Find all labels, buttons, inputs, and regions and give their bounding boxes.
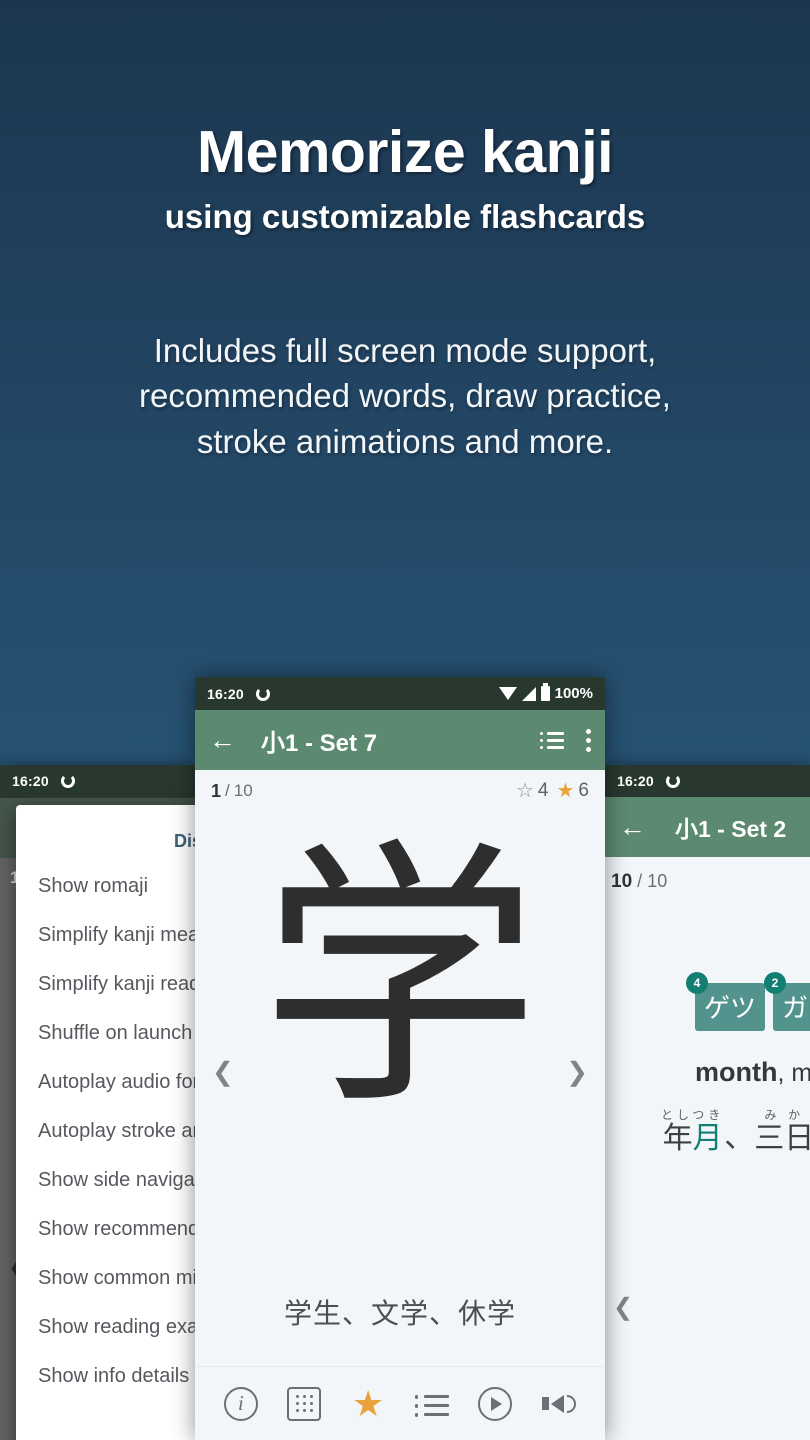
arrow-left-icon[interactable]: ←: [209, 726, 243, 754]
counter-total: 10: [233, 781, 253, 800]
left-status-bar: 16:20: [0, 765, 195, 797]
appbar-actions: [540, 728, 591, 752]
wifi-icon: [498, 687, 517, 700]
star-counts: ☆ 4 ★ 6: [516, 780, 589, 802]
reading-chip[interactable]: 4 ゲツ: [686, 972, 766, 1031]
dialog-item[interactable]: Autoplay audio for rea: [38, 1058, 195, 1107]
page-subtitle: using customizable flashcards: [164, 197, 646, 235]
dialog-item[interactable]: Show recommended: [38, 1205, 195, 1254]
counter-separator: /: [225, 781, 230, 800]
draw-practice-icon[interactable]: [287, 1386, 322, 1421]
battery-percent: 100%: [554, 685, 593, 702]
kanji-example-words: 学生、文学、休学: [283, 1297, 516, 1330]
battery-icon: [540, 683, 550, 701]
reading-examples: としつき 年月 、 み か 三日: [605, 1088, 810, 1156]
reading-separator: 、: [724, 1119, 755, 1155]
kanji-character: 学: [260, 817, 540, 1143]
right-appbar: ← 小1 - Set 2: [605, 797, 810, 857]
right-card-body: ❮ 4 ゲツ 2 ガツ month, m としつき 年月 、 み か 三日: [605, 893, 810, 1440]
center-counter-row: 1 / 10 ☆ 4 ★ 6: [195, 770, 605, 802]
meaning-rest: , m: [777, 1059, 810, 1087]
star-filled-icon: ★: [556, 780, 575, 802]
counter-separator: /: [637, 871, 643, 891]
ruby-char: 三: [754, 1121, 785, 1156]
arrow-left-icon[interactable]: ←: [619, 813, 653, 841]
chip-reading: ゲツ: [704, 994, 757, 1024]
ruby-base: 三日: [754, 1122, 810, 1156]
word-list-icon[interactable]: [414, 1387, 449, 1421]
center-appbar-title: 小1 - Set 7: [261, 729, 378, 757]
promo-description-line-1: Includes full screen mode support,: [153, 331, 657, 369]
chip-badge: 4: [686, 972, 708, 994]
furigana: としつき: [661, 1108, 725, 1122]
status-time: 16:20: [207, 685, 244, 702]
app-circle-icon: [60, 774, 75, 788]
kebab-menu-icon[interactable]: [586, 728, 591, 752]
dialog-item[interactable]: Autoplay stroke anim: [38, 1107, 195, 1156]
ruby-base: 年月: [661, 1122, 724, 1156]
signal-icon: [521, 686, 536, 701]
audio-volume-icon[interactable]: [542, 1387, 577, 1421]
center-status-bar: 16:20 100%: [195, 677, 605, 710]
display-options-dialog: Display o Show romaji Simplify kanji mea…: [16, 805, 195, 1440]
starred-count[interactable]: ★ 6: [556, 780, 589, 802]
center-phone-screenshot: 16:20 100% ← 小1 - Set 7 1 / 10 ☆ 4 ★ 6 ❮…: [195, 677, 605, 1440]
star-icon[interactable]: ★: [351, 1385, 385, 1421]
counter-current: 1: [211, 780, 222, 801]
page-title: Memorize kanji: [197, 119, 613, 185]
list-icon[interactable]: [540, 731, 564, 749]
right-appbar-title: 小1 - Set 2: [675, 816, 787, 842]
ruby-char: 日: [784, 1121, 810, 1156]
reading-chips: 4 ゲツ 2 ガツ: [605, 893, 810, 1031]
dialog-item[interactable]: Show side navigation: [38, 1156, 195, 1205]
meaning-primary: month: [695, 1057, 778, 1087]
dialog-item[interactable]: Show reading exampl: [38, 1303, 195, 1352]
star-outline-count: 4: [537, 780, 549, 801]
dialog-item[interactable]: Show common mista: [38, 1254, 195, 1303]
counter-current: 10: [611, 871, 633, 892]
dialog-item[interactable]: Simplify kanji reading: [38, 960, 195, 1009]
unstarred-count[interactable]: ☆ 4: [516, 780, 549, 802]
center-appbar: ← 小1 - Set 7: [195, 710, 605, 770]
center-bottom-toolbar: i ★: [195, 1366, 605, 1440]
dialog-item[interactable]: Show romaji: [38, 862, 195, 911]
app-circle-icon: [665, 774, 680, 788]
dialog-item[interactable]: Shuffle on launch: [38, 1009, 195, 1058]
promo-description: Includes full screen mode support, recom…: [0, 328, 810, 465]
dialog-item[interactable]: Simplify kanji meanin: [38, 911, 195, 960]
ruby-char: 年: [662, 1121, 693, 1156]
kanji-meaning: month, m: [605, 1031, 810, 1088]
info-icon[interactable]: i: [223, 1386, 258, 1421]
promo-block: Memorize kanji using customizable flashc…: [0, 0, 810, 465]
star-filled-count: 6: [578, 780, 589, 801]
status-indicators: 100%: [498, 683, 593, 702]
status-time: 16:20: [617, 773, 654, 789]
left-phone-screenshot: 16:20 ← 1 ❮ Display o Show romaji Simpli…: [0, 765, 195, 1440]
app-circle-icon: [255, 686, 270, 701]
promo-description-line-2: recommended words, draw practice,: [139, 377, 671, 415]
chevron-left-icon[interactable]: ❮: [613, 1293, 633, 1322]
promo-description-line-3: stroke animations and more.: [196, 423, 614, 460]
chip-reading: ガツ: [782, 994, 810, 1024]
chip-badge: 2: [764, 972, 787, 994]
right-phone-screenshot: 16:20 ← 小1 - Set 2 10 / 10 ❮ 4 ゲツ 2 ガツ m…: [605, 765, 810, 1440]
ruby-char-highlight: 月: [692, 1121, 723, 1156]
ruby-word: み か 三日: [754, 1106, 810, 1156]
right-status-bar: 16:20: [605, 765, 810, 797]
furigana: み か: [764, 1108, 805, 1122]
dialog-item[interactable]: Show info details by o: [38, 1352, 195, 1401]
dialog-section-info: Info de: [38, 1401, 195, 1440]
ruby-word: としつき 年月: [661, 1106, 724, 1156]
star-outline-icon: ☆: [515, 780, 534, 802]
counter-total: 10: [647, 871, 668, 891]
right-counter: 10 / 10: [605, 857, 810, 893]
flashcard-area[interactable]: ❮ ❯ 学 学生、文学、休学: [195, 802, 605, 1342]
dialog-section-display: Display o: [173, 831, 195, 851]
status-time: 16:20: [12, 773, 49, 789]
reading-chip[interactable]: 2 ガツ: [764, 972, 810, 1031]
play-stroke-animation-icon[interactable]: [478, 1386, 513, 1421]
